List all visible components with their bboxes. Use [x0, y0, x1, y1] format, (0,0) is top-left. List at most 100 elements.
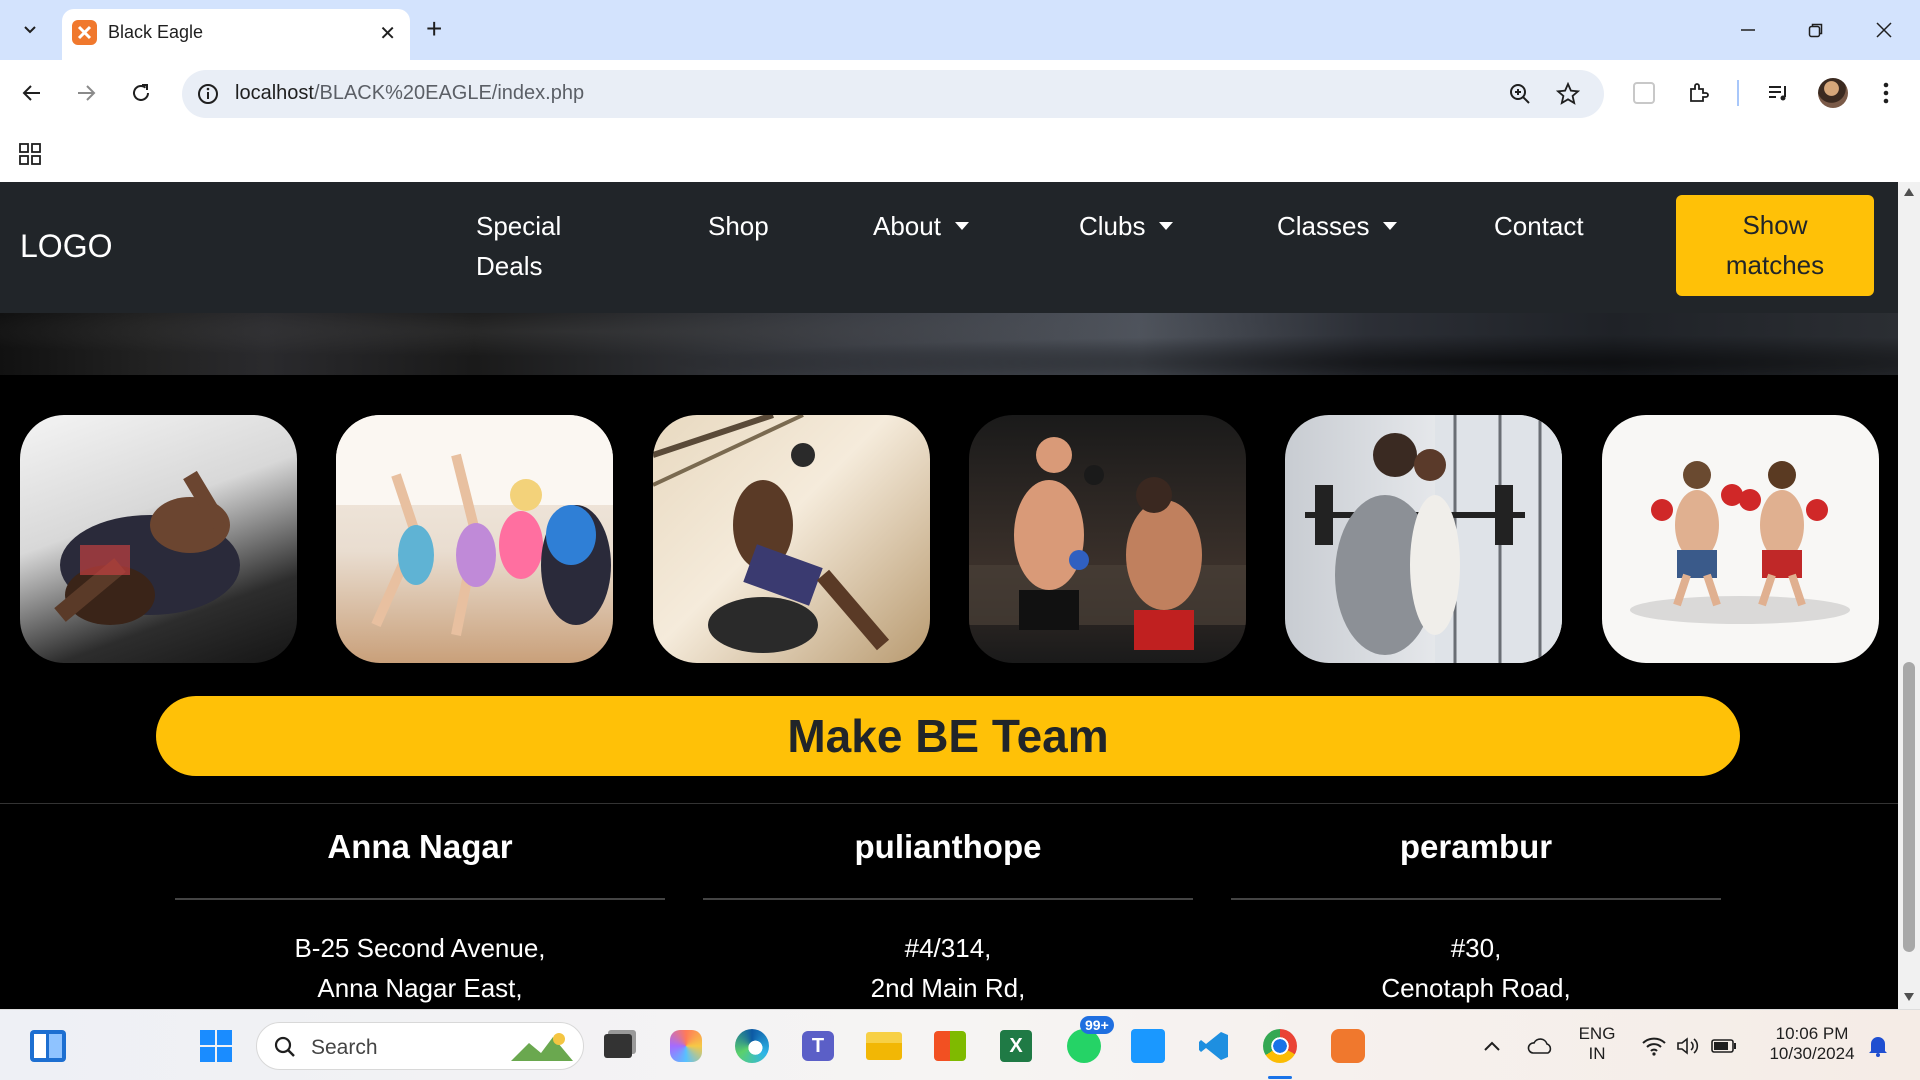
clock[interactable]: 10:06 PM 10/30/2024: [1752, 1024, 1872, 1064]
minimize-icon: [1741, 29, 1755, 31]
chrome-menu-icon[interactable]: [1870, 77, 1902, 109]
branch-name: perambur: [1399, 828, 1553, 865]
microsoft-store-icon[interactable]: [930, 1026, 970, 1066]
zoom-icon[interactable]: [1508, 82, 1532, 106]
section-divider: [0, 803, 1898, 804]
caret-down-icon: [1159, 222, 1174, 230]
minimize-button[interactable]: [1728, 14, 1768, 46]
class-gallery: [0, 415, 1898, 663]
copilot-icon[interactable]: [666, 1026, 706, 1066]
extensions-icon[interactable]: [1683, 77, 1715, 109]
file-explorer-icon[interactable]: [864, 1026, 904, 1066]
new-tab-button[interactable]: +: [426, 14, 442, 44]
site-navbar: LOGO Special Deals Shop About Clubs Clas…: [0, 182, 1898, 313]
nav-shop[interactable]: Shop: [708, 206, 769, 246]
prime-video-icon[interactable]: [1128, 1026, 1168, 1066]
media-control-icon[interactable]: [1762, 77, 1794, 109]
nav-classes-dropdown[interactable]: Classes: [1277, 206, 1398, 246]
active-tab[interactable]: Black Eagle ✕: [62, 9, 410, 60]
whatsapp-icon[interactable]: 99+: [1064, 1016, 1114, 1066]
site-logo[interactable]: LOGO: [20, 228, 112, 265]
close-window-button[interactable]: [1864, 14, 1904, 46]
branch-address: #30, Cenotaph Road,: [1381, 933, 1571, 1003]
widgets-icon[interactable]: [28, 1026, 68, 1066]
nav-about-dropdown[interactable]: About: [873, 206, 969, 246]
gallery-image-grappling[interactable]: [20, 415, 297, 663]
branch-card-perambur: perambur #30, Cenotaph Road,: [1231, 822, 1721, 1008]
apps-grid-icon[interactable]: [19, 143, 41, 165]
branch-card-pulianthope: pulianthope #4/314, 2nd Main Rd,: [703, 822, 1193, 1008]
branch-address: B-25 Second Avenue, Anna Nagar East,: [294, 933, 546, 1003]
bookmark-star-icon[interactable]: [1556, 82, 1580, 106]
restore-icon: [1808, 23, 1823, 38]
branch-rule: [175, 898, 665, 900]
gallery-image-knockdown[interactable]: [653, 415, 930, 663]
excel-icon[interactable]: X: [996, 1026, 1036, 1066]
tab-title: Black Eagle: [108, 22, 204, 42]
nav-clubs-dropdown[interactable]: Clubs: [1079, 206, 1174, 246]
nav-special-deals[interactable]: Special Deals: [476, 206, 561, 286]
page-scrollbar[interactable]: [1898, 182, 1920, 1009]
teams-icon[interactable]: T: [798, 1026, 838, 1066]
search-highlight-icon: [511, 1033, 573, 1061]
xampp-favicon-icon: [72, 20, 97, 45]
battery-icon[interactable]: [1704, 1026, 1744, 1066]
back-button[interactable]: [16, 77, 48, 109]
task-view-icon[interactable]: [598, 1026, 638, 1066]
branch-rule: [1231, 898, 1721, 900]
hero-image-bottom: [0, 313, 1898, 375]
caret-down-icon: [954, 222, 969, 230]
gallery-image-mma[interactable]: [969, 415, 1246, 663]
branch-rule: [703, 898, 1193, 900]
restore-button[interactable]: [1796, 14, 1836, 46]
bookmarks-bar: [0, 126, 1920, 182]
back-arrow-icon: [22, 85, 40, 101]
extension-puzzle-faded-icon[interactable]: [1628, 77, 1660, 109]
taskbar-search-box[interactable]: Search: [256, 1022, 584, 1070]
notification-bell-icon[interactable]: [1858, 1026, 1898, 1066]
gallery-image-trainer[interactable]: [1285, 415, 1562, 663]
vscode-icon[interactable]: [1194, 1026, 1234, 1066]
tab-strip: Black Eagle ✕ +: [0, 0, 1920, 60]
search-icon: [274, 1036, 295, 1057]
forward-arrow-icon: [78, 85, 96, 101]
reload-button[interactable]: [125, 77, 157, 109]
windows-taskbar: Search T X 99+ ENG IN 10:06 PM 10/30/202…: [0, 1009, 1920, 1080]
url-text: localhost/BLACK%20EAGLE/index.php: [235, 82, 585, 104]
nav-contact[interactable]: Contact: [1494, 206, 1584, 246]
tab-close-icon[interactable]: ✕: [379, 21, 396, 46]
branch-name: pulianthope: [854, 828, 1042, 865]
make-be-team-button[interactable]: Make BE Team: [156, 696, 1740, 776]
language-indicator[interactable]: ENG IN: [1572, 1024, 1622, 1064]
tab-search-button[interactable]: [10, 12, 50, 48]
reload-icon: [133, 84, 149, 101]
chrome-icon[interactable]: [1260, 1026, 1300, 1066]
branch-card-anna-nagar: Anna Nagar B-25 Second Avenue, Anna Naga…: [175, 822, 665, 1008]
browser-toolbar: localhost/BLACK%20EAGLE/index.php: [0, 60, 1920, 126]
forward-button[interactable]: [70, 77, 102, 109]
search-label: Search: [311, 1036, 378, 1059]
edge-icon[interactable]: [732, 1026, 772, 1066]
close-icon: [1876, 22, 1892, 38]
chevron-down-icon: [24, 26, 36, 34]
xampp-icon[interactable]: [1328, 1026, 1368, 1066]
caret-down-icon: [1383, 222, 1398, 230]
gallery-image-yoga[interactable]: [336, 415, 613, 663]
scrollbar-thumb[interactable]: [1903, 662, 1915, 952]
scroll-down-arrow-icon[interactable]: [1904, 993, 1914, 1001]
whatsapp-badge: 99+: [1080, 1016, 1114, 1034]
onedrive-cloud-icon[interactable]: [1520, 1026, 1560, 1066]
start-windows-icon[interactable]: [196, 1026, 236, 1066]
web-page: LOGO Special Deals Shop About Clubs Clas…: [0, 182, 1898, 1009]
volume-icon[interactable]: [1668, 1026, 1708, 1066]
address-bar[interactable]: localhost/BLACK%20EAGLE/index.php: [182, 70, 1604, 118]
chrome-active-indicator: [1268, 1076, 1292, 1079]
show-matches-button[interactable]: Show matches: [1676, 195, 1874, 296]
branch-address: #4/314, 2nd Main Rd,: [870, 933, 1026, 1003]
site-info-icon[interactable]: [196, 82, 220, 106]
branch-name: Anna Nagar: [327, 828, 513, 865]
profile-avatar[interactable]: [1817, 77, 1849, 109]
scroll-up-arrow-icon[interactable]: [1904, 188, 1914, 196]
gallery-image-boxers-illustration[interactable]: [1602, 415, 1879, 663]
show-hidden-icons-chevron-icon[interactable]: [1472, 1026, 1512, 1066]
